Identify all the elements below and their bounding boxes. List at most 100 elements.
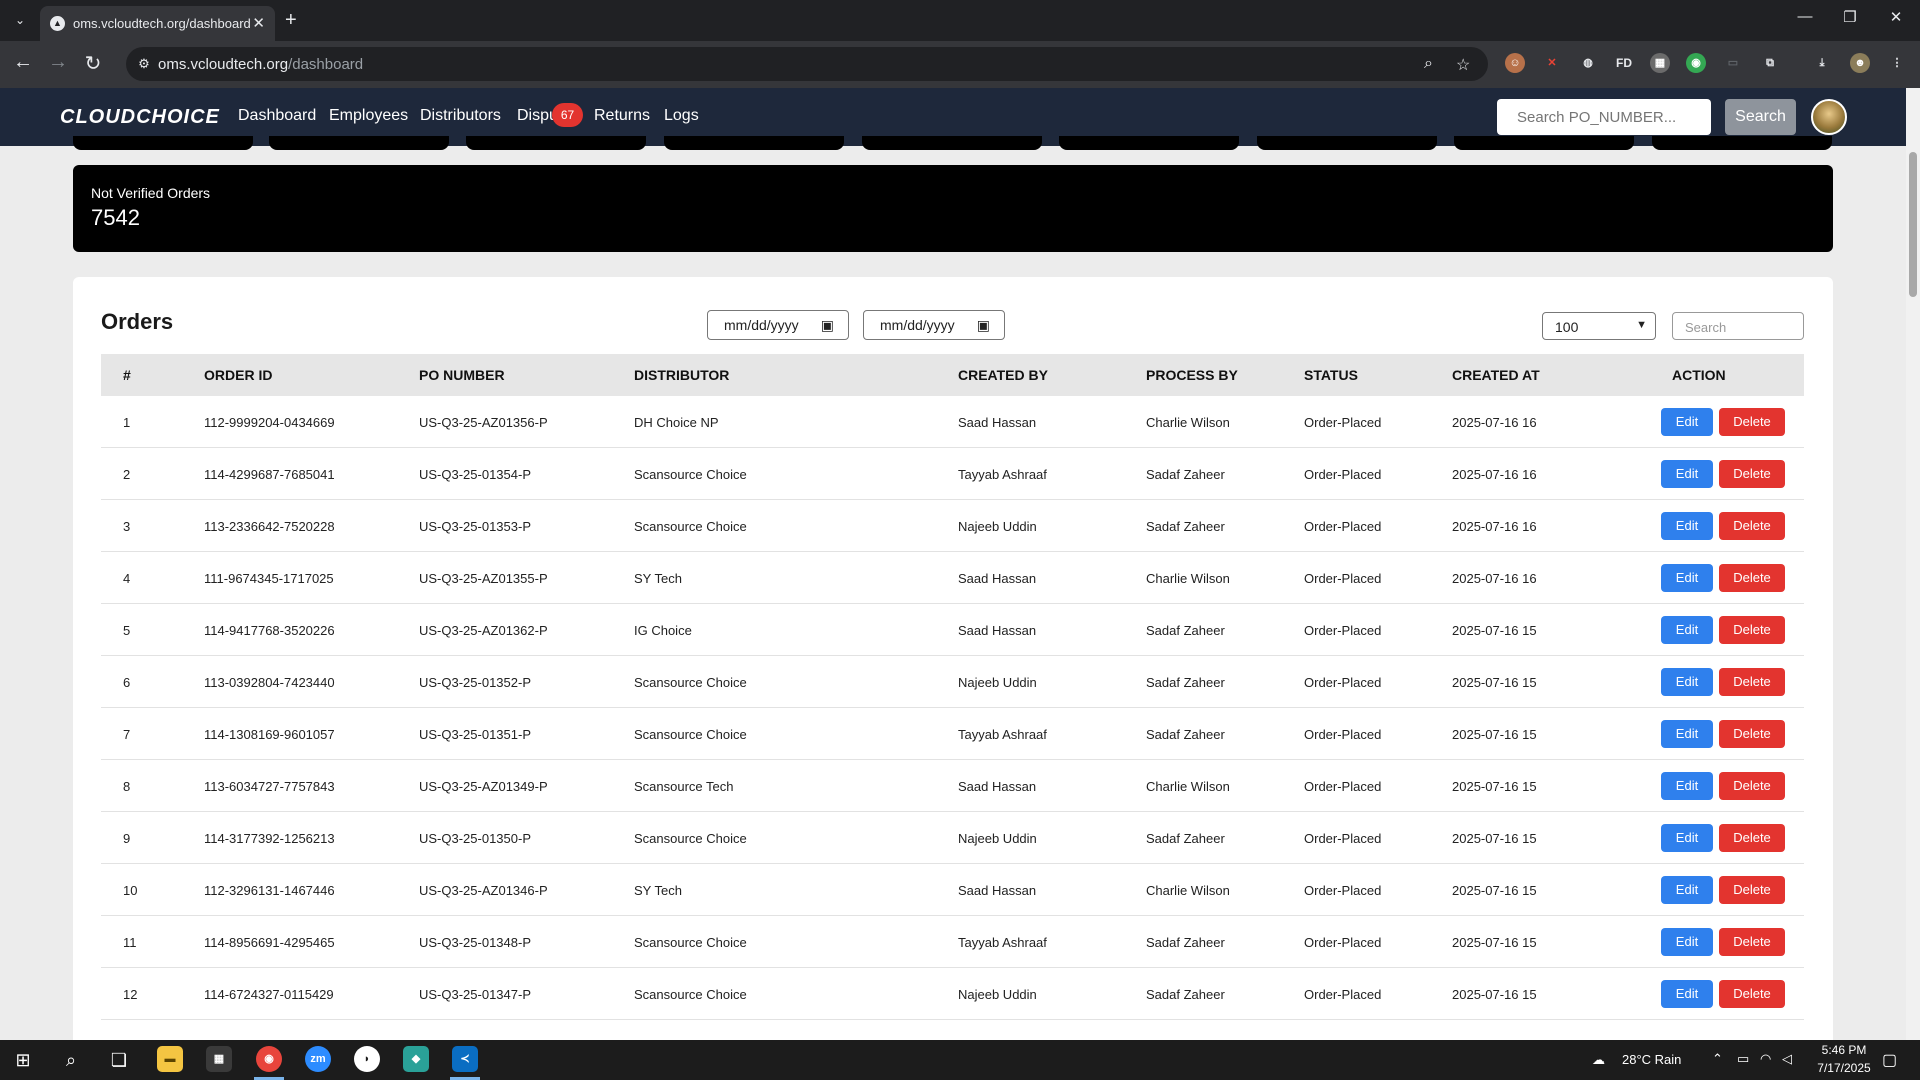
nav-logs[interactable]: Logs	[664, 107, 699, 125]
extension-avatar-icon[interactable]: ☺	[1505, 53, 1525, 73]
edit-button[interactable]: Edit	[1661, 928, 1713, 956]
date-to-input[interactable]: mm/dd/yyyy ▣	[863, 310, 1005, 340]
edit-button[interactable]: Edit	[1661, 564, 1713, 592]
new-tab-plus-icon[interactable]: +	[285, 9, 297, 32]
delete-button[interactable]: Delete	[1719, 720, 1785, 748]
windows-start-icon[interactable]: ⊞	[10, 1048, 36, 1072]
delete-button[interactable]: Delete	[1719, 460, 1785, 488]
calendar-icon[interactable]: ▣	[977, 317, 990, 334]
tab-close-icon[interactable]: ✕	[252, 14, 265, 32]
site-favicon-icon: ▲	[50, 16, 65, 31]
delete-button[interactable]: Delete	[1719, 772, 1785, 800]
wifi-icon[interactable]: ◠	[1760, 1051, 1771, 1067]
delete-button[interactable]: Delete	[1719, 824, 1785, 852]
delete-button[interactable]: Delete	[1719, 876, 1785, 904]
po-search-button[interactable]: Search	[1725, 99, 1796, 135]
extension-fd-icon[interactable]: FD	[1614, 53, 1634, 73]
extensions-puzzle-icon[interactable]: ⧉	[1760, 53, 1780, 73]
reload-icon[interactable]: ↻	[80, 51, 106, 76]
browser-tab-active[interactable]: ▲ oms.vcloudtech.org/dashboard ✕	[40, 6, 275, 41]
orders-search-input[interactable]: Search	[1672, 312, 1804, 340]
weather-text[interactable]: 28°C Rain	[1622, 1052, 1681, 1067]
cell-po-number: US-Q3-25-AZ01355-P	[419, 571, 548, 586]
minimize-icon[interactable]: —	[1782, 8, 1828, 25]
extension-x-icon[interactable]: ✕	[1542, 53, 1562, 73]
page-size-select[interactable]: 100 ▼	[1542, 312, 1656, 340]
delete-button[interactable]: Delete	[1719, 512, 1785, 540]
notification-icon[interactable]: ▢	[1882, 1050, 1897, 1070]
file-explorer-icon[interactable]: ▬	[157, 1046, 183, 1072]
date-to-placeholder: mm/dd/yyyy	[880, 317, 955, 333]
edit-button[interactable]: Edit	[1661, 772, 1713, 800]
vscode-icon[interactable]: ≺	[452, 1046, 478, 1072]
table-row: 2 114-4299687-7685041 US-Q3-25-01354-P Scan…	[101, 448, 1804, 500]
chrome-icon[interactable]: ◉	[256, 1046, 282, 1072]
back-arrow-icon[interactable]: ←	[10, 51, 36, 74]
delete-button[interactable]: Delete	[1719, 668, 1785, 696]
page-scrollbar[interactable]	[1906, 88, 1920, 1040]
date-from-input[interactable]: mm/dd/yyyy ▣	[707, 310, 849, 340]
edit-button[interactable]: Edit	[1661, 720, 1713, 748]
cell-row-index: 3	[123, 519, 131, 534]
cell-created-by: Saad Hassan	[958, 415, 1037, 430]
app-diamond-icon[interactable]: ◆	[403, 1046, 429, 1072]
tray-chevron-up-icon[interactable]: ⌃	[1712, 1051, 1723, 1067]
clock-date[interactable]: 7/17/2025	[1808, 1061, 1880, 1075]
window-close-icon[interactable]: ✕	[1873, 8, 1919, 26]
bookmark-star-icon[interactable]: ☆	[1456, 55, 1470, 75]
table-row: 3 113-2336642-7520228 US-Q3-25-01353-P Scan…	[101, 500, 1804, 552]
table-row: 9 114-3177392-1256213 US-Q3-25-01350-P Scan…	[101, 812, 1804, 864]
menu-kebab-icon[interactable]: ⋮	[1887, 53, 1907, 73]
profile-avatar-icon[interactable]: ☻	[1850, 53, 1870, 73]
clock-time[interactable]: 5:46 PM	[1812, 1043, 1876, 1057]
zoom-icon[interactable]: zm	[305, 1046, 331, 1072]
tab-search-chevron-icon[interactable]: ⌄	[8, 8, 32, 32]
cell-row-index: 8	[123, 779, 131, 794]
edit-button[interactable]: Edit	[1661, 460, 1713, 488]
edit-button[interactable]: Edit	[1661, 824, 1713, 852]
edit-button[interactable]: Edit	[1661, 616, 1713, 644]
calendar-icon[interactable]: ▣	[821, 317, 834, 334]
taskbar-search-icon[interactable]: ⌕	[58, 1048, 84, 1072]
app-circle-icon[interactable]: ◗	[354, 1046, 380, 1072]
delete-button[interactable]: Delete	[1719, 928, 1785, 956]
extension-gray-icon[interactable]: ▭	[1723, 53, 1743, 73]
address-url[interactable]: oms.vcloudtech.org/dashboard	[158, 56, 363, 73]
delete-button[interactable]: Delete	[1719, 564, 1785, 592]
edit-button[interactable]: Edit	[1661, 408, 1713, 436]
address-bar[interactable]: ⚙ oms.vcloudtech.org/dashboard ⌕ ☆	[126, 47, 1488, 81]
nav-returns[interactable]: Returns	[594, 107, 650, 125]
cloudchoice-logo[interactable]: CLOUDCHOICE	[60, 106, 220, 129]
summary-card-stub	[1454, 136, 1634, 150]
delete-button[interactable]: Delete	[1719, 408, 1785, 436]
edit-button[interactable]: Edit	[1661, 980, 1713, 1008]
battery-icon[interactable]: ▭	[1737, 1051, 1749, 1067]
nav-dashboard[interactable]: Dashboard	[238, 107, 316, 125]
forward-arrow-icon[interactable]: →	[45, 51, 71, 74]
nav-employees[interactable]: Employees	[329, 107, 408, 125]
delete-button[interactable]: Delete	[1719, 980, 1785, 1008]
col-header-status: STATUS	[1304, 367, 1358, 383]
edit-button[interactable]: Edit	[1661, 668, 1713, 696]
site-info-icon[interactable]: ⚙	[134, 54, 154, 74]
cell-created-by: Najeeb Uddin	[958, 987, 1037, 1002]
microsoft-store-icon[interactable]: ▦	[206, 1046, 232, 1072]
download-icon[interactable]: ⤓	[1812, 53, 1832, 73]
volume-icon[interactable]: ◁	[1782, 1051, 1792, 1067]
edit-button[interactable]: Edit	[1661, 512, 1713, 540]
nav-distributors[interactable]: Distributors	[420, 107, 501, 125]
restore-icon[interactable]: ❐	[1827, 8, 1873, 26]
windows-taskbar: ⊞ ⌕ ❏ ▬ ▦ ◉ zm ◗ ◆ ≺ ☁ 28°C Rain ⌃ ▭ ◠ ◁…	[0, 1040, 1920, 1080]
po-number-search-input[interactable]	[1497, 99, 1711, 135]
extension-globe-icon[interactable]: ◍	[1578, 53, 1598, 73]
cell-process-by: Sadaf Zaheer	[1146, 467, 1225, 482]
extension-image-icon[interactable]: ▦	[1650, 53, 1670, 73]
edit-button[interactable]: Edit	[1661, 876, 1713, 904]
weather-icon[interactable]: ☁	[1592, 1052, 1605, 1068]
scrollbar-thumb[interactable]	[1909, 152, 1917, 297]
extension-green-icon[interactable]: ◉	[1686, 53, 1706, 73]
user-avatar[interactable]	[1811, 99, 1847, 135]
delete-button[interactable]: Delete	[1719, 616, 1785, 644]
task-view-icon[interactable]: ❏	[106, 1048, 132, 1072]
zoom-search-icon[interactable]: ⌕	[1424, 55, 1433, 73]
